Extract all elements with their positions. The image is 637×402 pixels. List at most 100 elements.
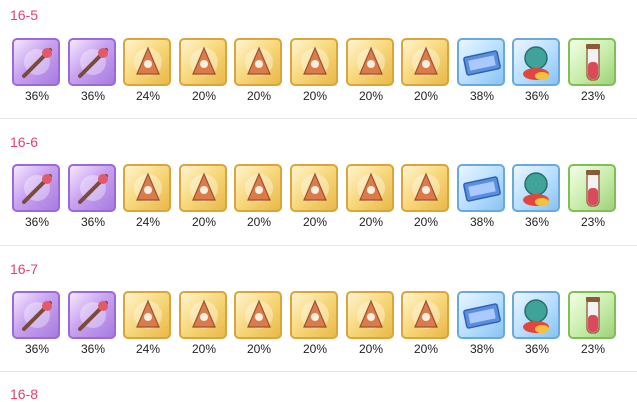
drop-item[interactable]: 20% (179, 164, 229, 232)
drop-rate: 36% (24, 89, 50, 103)
dagger-equipment-icon[interactable] (12, 164, 60, 212)
pendant-equipment-icon[interactable] (290, 38, 338, 86)
drop-item[interactable]: 20% (179, 291, 229, 359)
red-gauntlet-equipment-icon[interactable] (179, 164, 227, 212)
white-boots-equipment-icon[interactable] (234, 38, 282, 86)
drop-rate: 38% (469, 215, 495, 229)
red-armor-equipment-icon[interactable] (123, 38, 171, 86)
drop-item[interactable]: 23% (568, 164, 618, 232)
drop-rate: 24% (135, 342, 161, 356)
drop-rate: 24% (135, 89, 161, 103)
vial-icon[interactable] (568, 38, 616, 86)
drop-item[interactable]: 38% (457, 291, 507, 359)
staff-equipment-icon[interactable] (12, 38, 60, 86)
green-outfit-equipment-icon[interactable] (123, 164, 171, 212)
vial-icon[interactable] (568, 291, 616, 339)
drop-rate: 20% (191, 89, 217, 103)
drop-table-page: 16-5 36% 36% 24% 20% 20% 20% 20% 20% 38% 36% 23% 1… (0, 0, 637, 402)
drop-rate: 20% (413, 342, 439, 356)
drop-item[interactable]: 36% (512, 291, 562, 359)
section-divider (0, 371, 637, 372)
drop-item[interactable]: 24% (123, 164, 173, 232)
drop-rate: 20% (302, 342, 328, 356)
orb-potion-icon[interactable] (512, 164, 560, 212)
fire-cape-equipment-icon[interactable] (123, 291, 171, 339)
drop-item[interactable]: 24% (123, 291, 173, 359)
drop-rate: 36% (24, 342, 50, 356)
drop-rate: 20% (302, 215, 328, 229)
purple-gown-equipment-icon[interactable] (234, 291, 282, 339)
red-scroll-equipment-icon[interactable] (68, 38, 116, 86)
drop-item[interactable]: 20% (401, 291, 451, 359)
drop-item[interactable]: 20% (346, 291, 396, 359)
drop-item[interactable]: 38% (457, 164, 507, 232)
drop-rate: 20% (302, 89, 328, 103)
bracelet-equipment-icon[interactable] (290, 291, 338, 339)
crescent-charm-equipment-icon[interactable] (68, 291, 116, 339)
orange-vest-equipment-icon[interactable] (234, 164, 282, 212)
drop-item[interactable]: 20% (346, 38, 396, 106)
drop-rate: 23% (580, 89, 606, 103)
amulet-equipment-icon[interactable] (290, 164, 338, 212)
orb-potion-icon[interactable] (512, 291, 560, 339)
flame-staff-equipment-icon[interactable] (346, 38, 394, 86)
drop-item[interactable]: 24% (123, 38, 173, 106)
vial-icon[interactable] (568, 164, 616, 212)
drop-item[interactable]: 20% (234, 164, 284, 232)
drop-rate: 20% (358, 89, 384, 103)
greatsword-equipment-icon[interactable] (401, 164, 449, 212)
drop-rate: 38% (469, 89, 495, 103)
drop-item[interactable]: 20% (290, 164, 340, 232)
stage-title: 16-5 (10, 7, 39, 23)
drop-item[interactable]: 20% (179, 38, 229, 106)
drop-rate: 36% (24, 215, 50, 229)
drop-item[interactable]: 20% (346, 164, 396, 232)
drop-rate: 20% (246, 215, 272, 229)
drop-rate: 36% (524, 89, 550, 103)
drop-rate: 20% (246, 89, 272, 103)
drop-item[interactable]: 38% (457, 38, 507, 106)
white-robe-equipment-icon[interactable] (179, 38, 227, 86)
drop-item[interactable]: 23% (568, 38, 618, 106)
drop-item[interactable]: 36% (12, 38, 62, 106)
blue-ticket-icon[interactable] (457, 38, 505, 86)
drop-item[interactable]: 23% (568, 291, 618, 359)
drop-rate: 20% (358, 215, 384, 229)
mace-equipment-icon[interactable] (401, 38, 449, 86)
drop-item[interactable]: 36% (68, 38, 118, 106)
blue-ticket-icon[interactable] (457, 164, 505, 212)
drop-item[interactable]: 20% (401, 164, 451, 232)
drop-item[interactable]: 36% (512, 38, 562, 106)
white-dress-equipment-icon[interactable] (179, 291, 227, 339)
rod-equipment-icon[interactable] (346, 291, 394, 339)
drop-rate: 23% (580, 215, 606, 229)
drop-rate: 38% (469, 342, 495, 356)
drop-item[interactable]: 36% (68, 291, 118, 359)
section-divider (0, 245, 637, 246)
drop-item[interactable]: 20% (401, 38, 451, 106)
section-divider (0, 118, 637, 119)
drop-rate: 20% (358, 342, 384, 356)
drop-item[interactable]: 36% (12, 291, 62, 359)
orb-potion-icon[interactable] (512, 38, 560, 86)
drop-item[interactable]: 20% (290, 291, 340, 359)
drop-rate: 36% (80, 89, 106, 103)
longbow-equipment-icon[interactable] (401, 291, 449, 339)
drop-rate: 20% (246, 342, 272, 356)
drop-item[interactable]: 20% (234, 38, 284, 106)
drop-item[interactable]: 20% (290, 38, 340, 106)
drop-item[interactable]: 36% (68, 164, 118, 232)
blue-ticket-icon[interactable] (457, 291, 505, 339)
drop-item[interactable]: 20% (234, 291, 284, 359)
drop-item[interactable]: 36% (12, 164, 62, 232)
drop-rate: 20% (413, 215, 439, 229)
drop-rate: 24% (135, 215, 161, 229)
drop-item[interactable]: 36% (512, 164, 562, 232)
drop-rate: 36% (80, 342, 106, 356)
wand-equipment-icon[interactable] (12, 291, 60, 339)
drop-rate: 20% (413, 89, 439, 103)
drop-rate: 36% (524, 342, 550, 356)
bow-equipment-icon[interactable] (68, 164, 116, 212)
sword-equipment-icon[interactable] (346, 164, 394, 212)
drop-rate: 36% (524, 215, 550, 229)
